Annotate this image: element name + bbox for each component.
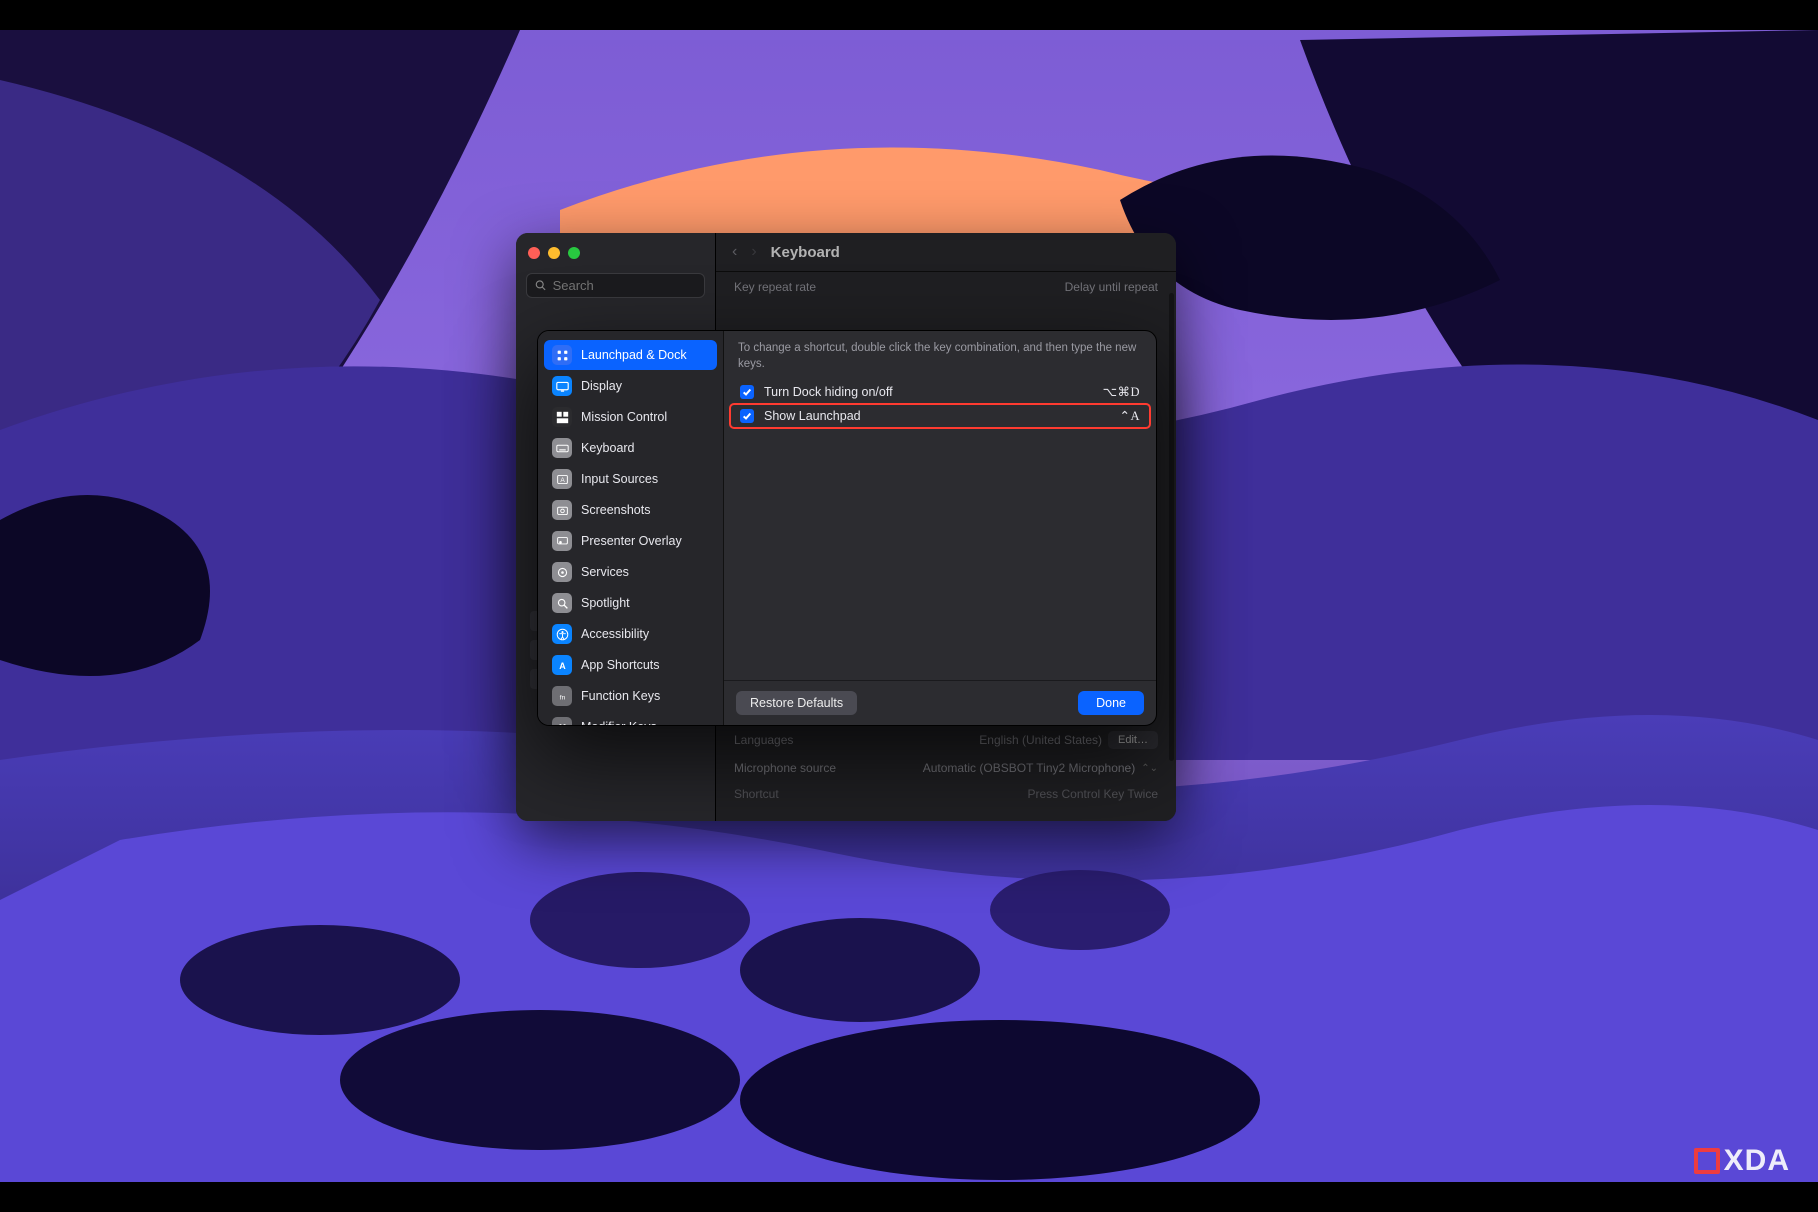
- svg-text:A: A: [560, 476, 565, 483]
- fn-icon: fn: [552, 686, 572, 706]
- shortcuts-category-accessibility[interactable]: Accessibility: [544, 619, 717, 649]
- shortcuts-content: To change a shortcut, double click the k…: [724, 331, 1156, 725]
- keyboard-icon: [552, 438, 572, 458]
- category-label: Screenshots: [581, 503, 650, 517]
- shortcuts-category-spotlight[interactable]: Spotlight: [544, 588, 717, 618]
- done-button[interactable]: Done: [1078, 691, 1144, 715]
- category-label: Accessibility: [581, 627, 649, 641]
- shortcuts-category-mission[interactable]: Mission Control: [544, 402, 717, 432]
- sheet-footer: Restore Defaults Done: [724, 680, 1156, 725]
- xda-watermark: XDA: [1694, 1146, 1790, 1176]
- category-label: Presenter Overlay: [581, 534, 682, 548]
- zoom-button[interactable]: [568, 247, 580, 259]
- shortcuts-category-fn[interactable]: fn Function Keys: [544, 681, 717, 711]
- category-label: Modifier Keys: [581, 720, 657, 725]
- accessibility-icon: [552, 624, 572, 644]
- xda-logo-text: XDA: [1724, 1146, 1790, 1176]
- shortcuts-category-launchpad[interactable]: Launchpad & Dock: [544, 340, 717, 370]
- shortcut-label: Turn Dock hiding on/off: [764, 385, 1093, 399]
- shortcuts-category-sidebar: Launchpad & Dock Display Mission Control Ke…: [538, 331, 724, 725]
- shortcut-row[interactable]: Show Launchpad ⌃A: [730, 404, 1150, 428]
- shortcuts-category-apps[interactable]: A App Shortcuts: [544, 650, 717, 680]
- shortcut-keys[interactable]: ⌃A: [1119, 408, 1140, 424]
- hint-text: To change a shortcut, double click the k…: [724, 331, 1156, 380]
- display-icon: [552, 376, 572, 396]
- shortcuts-category-keyboard[interactable]: Keyboard: [544, 433, 717, 463]
- presenter-icon: [552, 531, 572, 551]
- category-label: Mission Control: [581, 410, 667, 424]
- category-label: Launchpad & Dock: [581, 348, 687, 362]
- close-button[interactable]: [528, 247, 540, 259]
- input-icon: A: [552, 469, 572, 489]
- search-field[interactable]: [526, 273, 705, 298]
- mission-icon: [552, 407, 572, 427]
- category-label: Input Sources: [581, 472, 658, 486]
- window-controls: [516, 241, 715, 269]
- svg-text:⌘: ⌘: [558, 722, 567, 725]
- services-icon: [552, 562, 572, 582]
- search-icon: [535, 279, 547, 292]
- checkbox[interactable]: [740, 409, 754, 423]
- letterbox: [0, 1182, 1818, 1212]
- svg-text:A: A: [559, 660, 566, 670]
- shortcuts-category-services[interactable]: Services: [544, 557, 717, 587]
- shortcuts-category-input[interactable]: A Input Sources: [544, 464, 717, 494]
- restore-defaults-button[interactable]: Restore Defaults: [736, 691, 857, 715]
- category-label: Function Keys: [581, 689, 660, 703]
- category-label: App Shortcuts: [581, 658, 660, 672]
- launchpad-icon: [552, 345, 572, 365]
- minimize-button[interactable]: [548, 247, 560, 259]
- spotlight-icon: [552, 593, 572, 613]
- category-label: Keyboard: [581, 441, 635, 455]
- category-label: Spotlight: [581, 596, 630, 610]
- checkbox[interactable]: [740, 385, 754, 399]
- keyboard-shortcuts-sheet: Launchpad & Dock Display Mission Control Ke…: [537, 330, 1157, 726]
- category-label: Services: [581, 565, 629, 579]
- screenshots-icon: [552, 500, 572, 520]
- letterbox: [0, 0, 1818, 30]
- svg-text:fn: fn: [559, 694, 565, 701]
- shortcuts-category-screenshots[interactable]: Screenshots: [544, 495, 717, 525]
- shortcuts-category-modifier[interactable]: ⌘ Modifier Keys: [544, 712, 717, 725]
- shortcut-row[interactable]: Turn Dock hiding on/off ⌥⌘D: [730, 380, 1150, 404]
- shortcuts-category-presenter[interactable]: Presenter Overlay: [544, 526, 717, 556]
- shortcut-label: Show Launchpad: [764, 409, 1109, 423]
- apps-icon: A: [552, 655, 572, 675]
- modifier-icon: ⌘: [552, 717, 572, 725]
- shortcuts-category-display[interactable]: Display: [544, 371, 717, 401]
- xda-logo-icon: [1694, 1148, 1720, 1174]
- shortcut-keys[interactable]: ⌥⌘D: [1103, 384, 1140, 400]
- shortcuts-list: Turn Dock hiding on/off ⌥⌘D Show Launchpad…: [724, 380, 1156, 680]
- search-input[interactable]: [553, 278, 696, 293]
- category-label: Display: [581, 379, 622, 393]
